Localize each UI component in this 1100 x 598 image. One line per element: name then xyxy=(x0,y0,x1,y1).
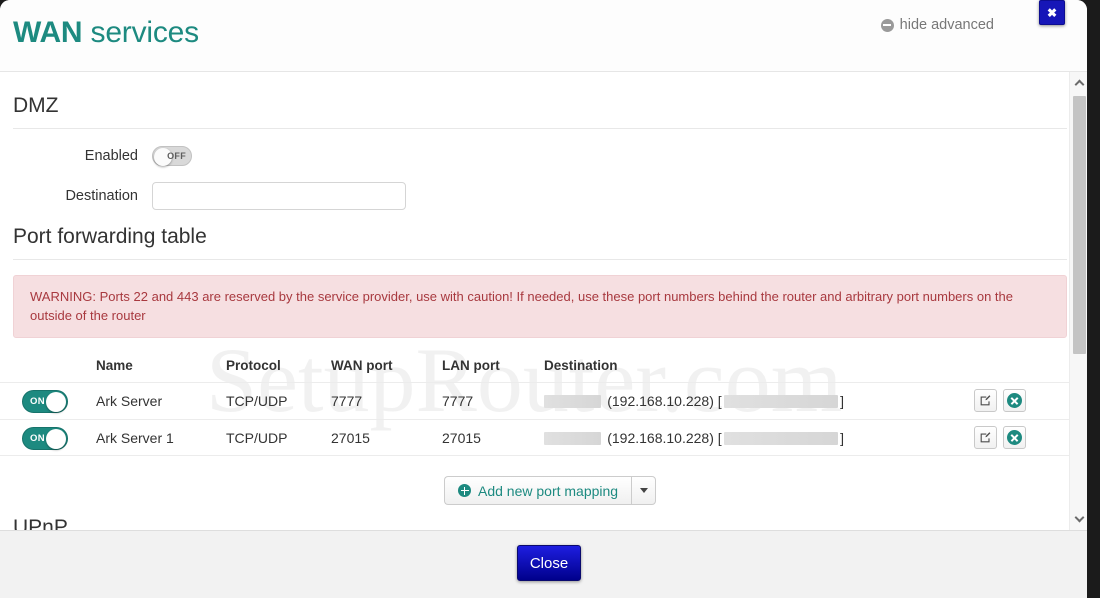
upnp-section-title: UPnP xyxy=(13,516,68,530)
toggle-knob xyxy=(46,392,66,412)
delete-glyph xyxy=(1007,393,1022,408)
row-destination: (192.168.10.228) [ ] xyxy=(544,391,844,411)
row-enable-toggle[interactable]: ON xyxy=(22,390,68,413)
row-enable-state: ON xyxy=(30,433,45,444)
minus-circle-icon xyxy=(880,18,894,32)
page-title-bold: WAN xyxy=(13,16,83,49)
row-protocol: TCP/UDP xyxy=(226,430,288,446)
row-wan-port: 7777 xyxy=(331,393,363,409)
column-header-name: Name xyxy=(96,358,133,373)
column-header-lan-port: LAN port xyxy=(442,358,500,373)
edit-pencil-icon[interactable] xyxy=(974,426,997,449)
redacted-block xyxy=(723,431,839,445)
dmz-destination-row: Destination xyxy=(0,182,406,210)
edit-pencil-icon[interactable] xyxy=(974,389,997,412)
dmz-section-title: DMZ xyxy=(13,94,59,117)
add-dropdown-button[interactable] xyxy=(631,476,657,505)
dmz-enabled-row: Enabled OFF xyxy=(0,146,192,166)
wan-services-modal: WAN services hide advanced ✖ SetupRouter… xyxy=(0,0,1087,598)
delete-circle-x-icon[interactable] xyxy=(1003,389,1026,412)
scroll-down-button[interactable] xyxy=(1070,510,1087,528)
row-destination-close: ] xyxy=(840,393,844,409)
modal-footer: Close xyxy=(0,530,1087,598)
row-destination-ip: (192.168.10.228) [ xyxy=(607,393,722,409)
modal-body-scroll-region: SetupRouter.com DMZ Enabled OFF Destinat… xyxy=(0,72,1080,530)
row-enable-toggle[interactable]: ON xyxy=(22,427,68,450)
vertical-scrollbar[interactable] xyxy=(1069,72,1087,530)
row-actions xyxy=(974,426,1026,449)
toggle-knob xyxy=(46,429,66,449)
dmz-destination-input[interactable] xyxy=(152,182,406,210)
row-lan-port: 7777 xyxy=(442,393,474,409)
chevron-down-icon xyxy=(639,488,648,493)
column-header-protocol: Protocol xyxy=(226,358,281,373)
dmz-divider xyxy=(13,128,1067,129)
modal-header: WAN services hide advanced xyxy=(0,0,1087,72)
port-forwarding-divider xyxy=(13,259,1067,260)
port-forwarding-table: Name Protocol WAN port LAN port Destinat… xyxy=(0,352,1080,456)
row-wan-port: 27015 xyxy=(331,430,370,446)
row-protocol: TCP/UDP xyxy=(226,393,288,409)
chevron-down-icon xyxy=(1074,512,1084,523)
chevron-up-icon xyxy=(1074,79,1084,90)
delete-glyph xyxy=(1007,430,1022,445)
row-lan-port: 27015 xyxy=(442,430,481,446)
scroll-up-button[interactable] xyxy=(1070,74,1087,92)
add-port-mapping-group: Add new port mapping xyxy=(444,476,657,505)
screen-root: WAN services hide advanced ✖ SetupRouter… xyxy=(0,0,1100,598)
close-icon[interactable]: ✖ xyxy=(1039,0,1065,25)
row-name: Ark Server xyxy=(96,393,163,409)
row-destination: (192.168.10.228) [ ] xyxy=(544,428,844,448)
row-name: Ark Server 1 xyxy=(96,430,174,446)
dmz-enabled-state: OFF xyxy=(167,151,186,161)
plus-circle-icon xyxy=(458,484,471,497)
row-destination-ip: (192.168.10.228) [ xyxy=(607,430,722,446)
table-header-row: Name Protocol WAN port LAN port Destinat… xyxy=(0,352,1080,382)
add-new-port-mapping-button[interactable]: Add new port mapping xyxy=(444,476,632,505)
column-header-destination: Destination xyxy=(544,358,618,373)
dmz-enabled-toggle[interactable]: OFF xyxy=(152,146,192,166)
dmz-enabled-label: Enabled xyxy=(84,148,138,164)
column-header-wan-port: WAN port xyxy=(331,358,393,373)
page-title: WAN services xyxy=(13,16,199,50)
redacted-block xyxy=(544,394,602,408)
redacted-block xyxy=(544,431,602,445)
dmz-destination-label: Destination xyxy=(65,188,138,204)
table-row: ON Ark Server TCP/UDP 7777 7777 (192.168… xyxy=(0,382,1080,419)
port-warning-message: WARNING: Ports 22 and 443 are reserved b… xyxy=(13,275,1067,338)
add-button-label: Add new port mapping xyxy=(478,482,619,499)
port-forwarding-section-title: Port forwarding table xyxy=(13,225,207,248)
row-actions xyxy=(974,389,1026,412)
row-destination-close: ] xyxy=(840,430,844,446)
delete-circle-x-icon[interactable] xyxy=(1003,426,1026,449)
table-row: ON Ark Server 1 TCP/UDP 27015 27015 (192… xyxy=(0,419,1080,456)
hide-advanced-label: hide advanced xyxy=(899,17,994,33)
close-button[interactable]: Close xyxy=(517,545,581,581)
row-enable-state: ON xyxy=(30,396,45,407)
redacted-block xyxy=(723,394,839,408)
hide-advanced-toggle[interactable]: hide advanced xyxy=(880,17,994,33)
page-title-rest: services xyxy=(82,16,200,49)
scrollbar-thumb[interactable] xyxy=(1073,96,1086,354)
